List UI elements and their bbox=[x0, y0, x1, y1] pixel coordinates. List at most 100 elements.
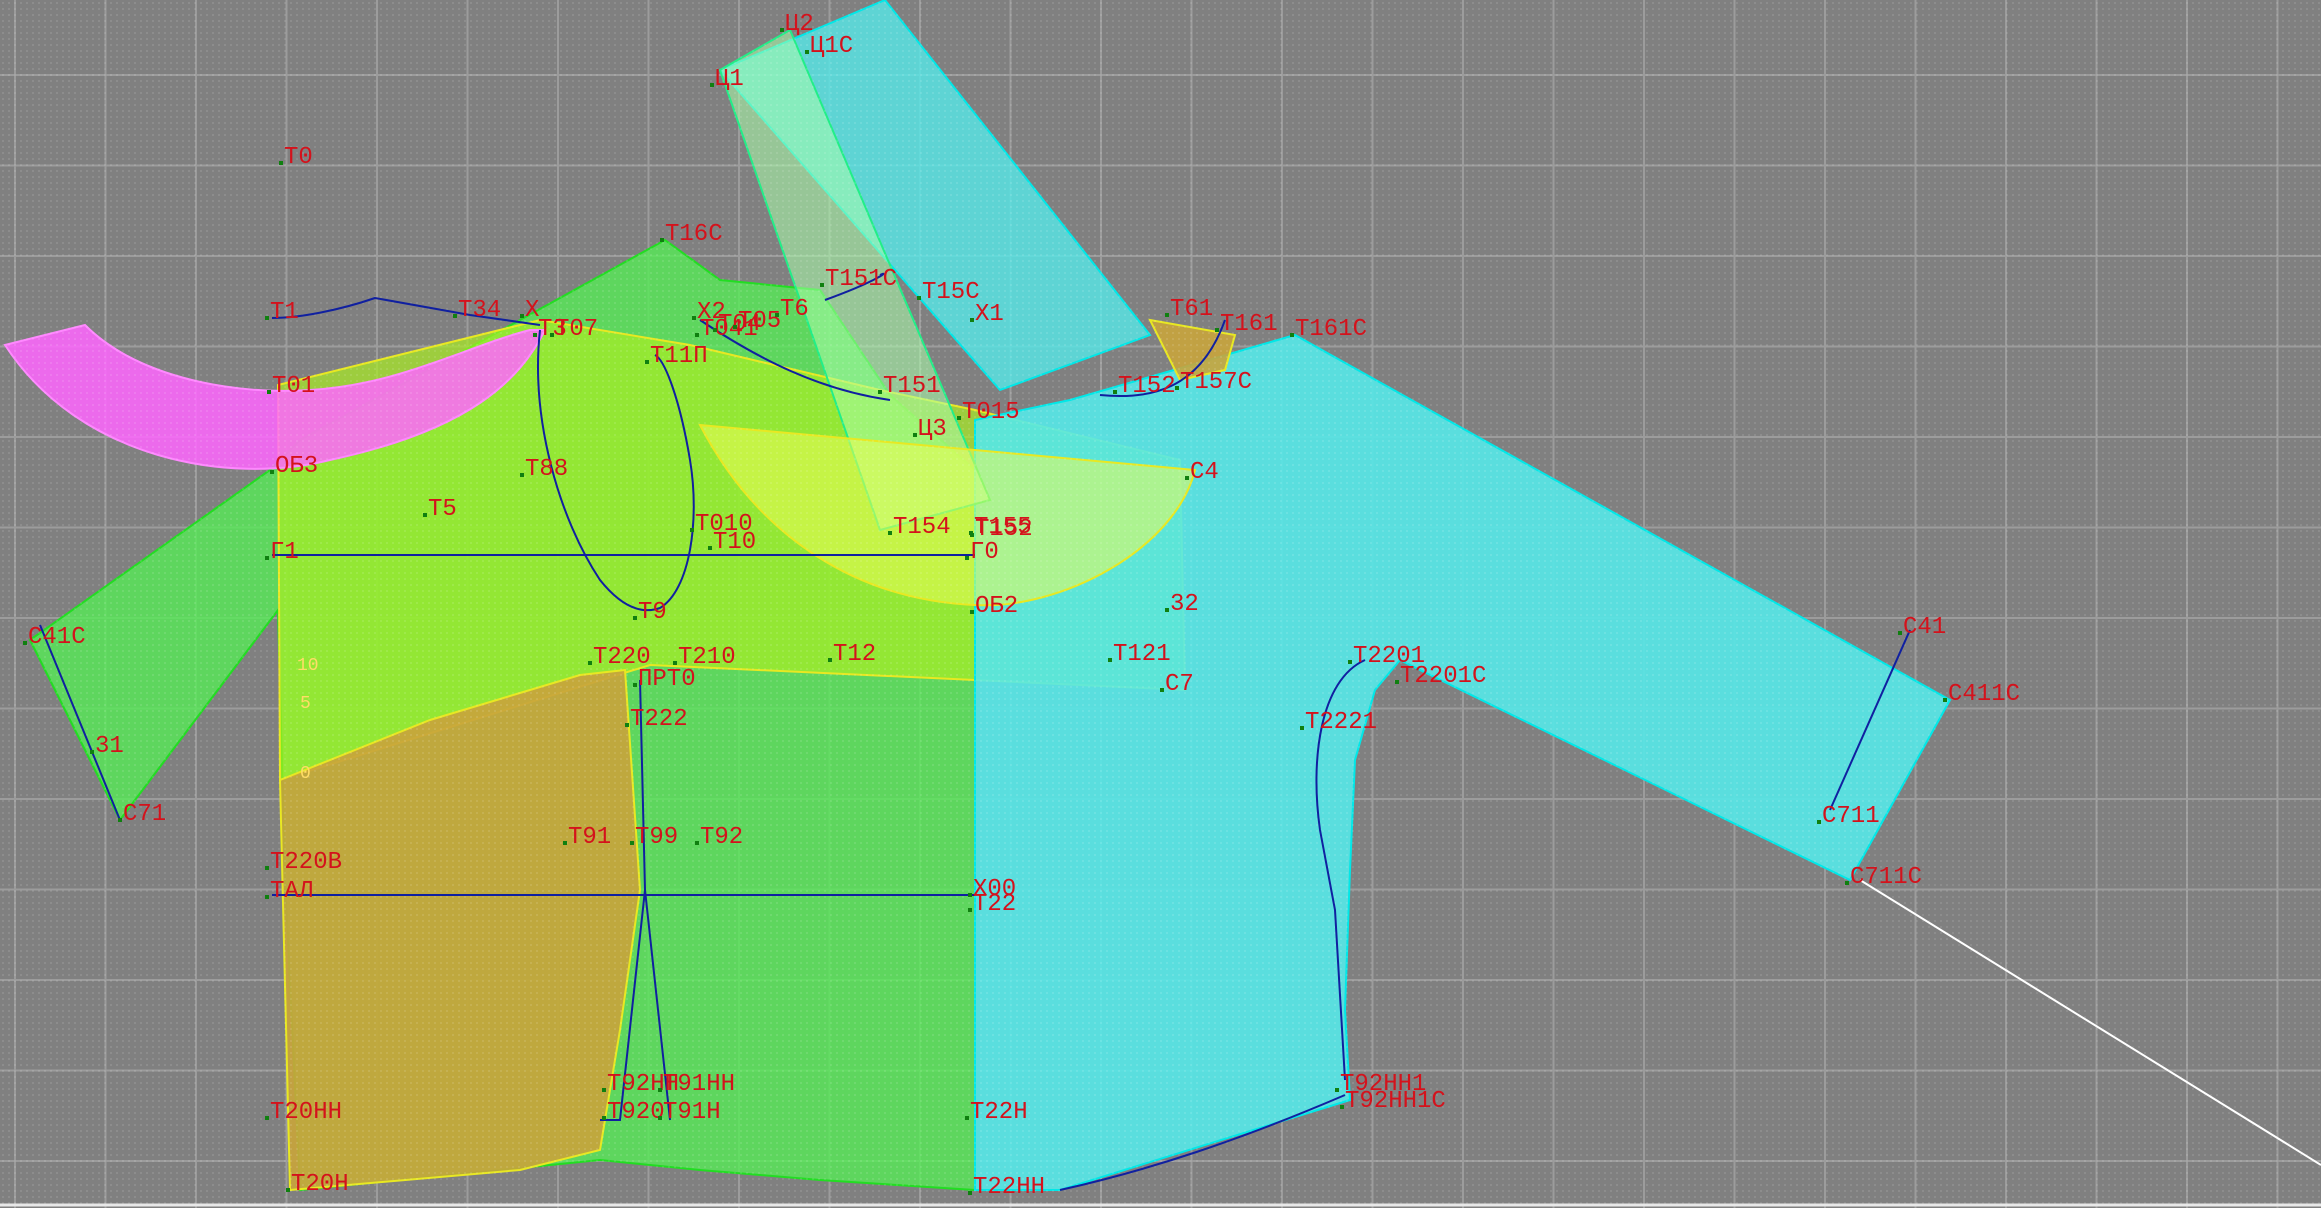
point-label[interactable]: С41С bbox=[28, 624, 86, 651]
point-label[interactable]: Т1 bbox=[270, 299, 299, 326]
pattern-point[interactable] bbox=[270, 470, 274, 474]
point-label[interactable]: Т20Н bbox=[291, 1171, 349, 1198]
point-label[interactable]: С4 bbox=[1190, 459, 1219, 486]
pattern-point[interactable] bbox=[695, 841, 699, 845]
pattern-point[interactable] bbox=[550, 333, 554, 337]
point-label[interactable]: Т151 bbox=[883, 373, 941, 400]
pattern-point[interactable] bbox=[265, 316, 269, 320]
pattern-point[interactable] bbox=[90, 750, 94, 754]
point-label[interactable]: Т99 bbox=[635, 824, 678, 851]
point-label[interactable]: Т92НН1С bbox=[1345, 1088, 1446, 1115]
pattern-point[interactable] bbox=[1165, 608, 1169, 612]
pattern-point[interactable] bbox=[775, 313, 779, 317]
point-label[interactable]: С7 bbox=[1165, 671, 1194, 698]
pattern-point[interactable] bbox=[713, 328, 717, 332]
point-label[interactable]: Т220В bbox=[270, 849, 342, 876]
point-label[interactable]: 32 bbox=[1170, 591, 1199, 618]
pattern-point[interactable] bbox=[1108, 658, 1112, 662]
point-label[interactable]: Т2201С bbox=[1400, 663, 1486, 690]
point-label[interactable]: Т161 bbox=[1220, 311, 1278, 338]
pattern-point[interactable] bbox=[658, 1116, 662, 1120]
pattern-point[interactable] bbox=[520, 473, 524, 477]
point-label[interactable]: Т61 bbox=[1170, 296, 1213, 323]
point-label[interactable]: Т22 bbox=[973, 891, 1016, 918]
point-label[interactable]: Т88 bbox=[525, 456, 568, 483]
pattern-point[interactable] bbox=[118, 818, 122, 822]
point-label[interactable]: ПРТ0 bbox=[638, 666, 696, 693]
point-label[interactable]: 31 bbox=[95, 733, 124, 760]
pattern-point[interactable] bbox=[965, 1116, 969, 1120]
pattern-point[interactable] bbox=[633, 683, 637, 687]
pattern-point[interactable] bbox=[1340, 1105, 1344, 1109]
pattern-point[interactable] bbox=[453, 314, 457, 318]
pattern-point[interactable] bbox=[780, 28, 784, 32]
pattern-point[interactable] bbox=[828, 658, 832, 662]
point-label[interactable]: Т2221 bbox=[1305, 709, 1377, 736]
pattern-point[interactable] bbox=[1898, 631, 1902, 635]
pattern-point[interactable] bbox=[1817, 820, 1821, 824]
point-label[interactable]: Т920 bbox=[607, 1099, 665, 1126]
pattern-point[interactable] bbox=[1185, 476, 1189, 480]
pattern-point[interactable] bbox=[265, 866, 269, 870]
pattern-point[interactable] bbox=[1845, 881, 1849, 885]
pattern-point[interactable] bbox=[913, 433, 917, 437]
pattern-point[interactable] bbox=[633, 616, 637, 620]
point-label[interactable]: Т154 bbox=[893, 514, 951, 541]
point-label[interactable]: Т121 bbox=[1113, 641, 1171, 668]
pattern-point[interactable] bbox=[1943, 698, 1947, 702]
point-label[interactable]: С411С bbox=[1948, 681, 2020, 708]
pattern-point[interactable] bbox=[625, 723, 629, 727]
pattern-point[interactable] bbox=[279, 161, 283, 165]
point-label[interactable]: Т0 bbox=[284, 144, 313, 171]
pattern-point[interactable] bbox=[970, 533, 974, 537]
pattern-point[interactable] bbox=[658, 1088, 662, 1092]
point-label[interactable]: Т91Н bbox=[663, 1099, 721, 1126]
point-label[interactable]: Т16С bbox=[665, 221, 723, 248]
point-label[interactable]: Г1 bbox=[270, 539, 299, 566]
point-label[interactable]: Ц1 bbox=[715, 66, 744, 93]
point-label[interactable]: Х1 bbox=[975, 301, 1004, 328]
pattern-point[interactable] bbox=[968, 893, 972, 897]
pattern-point[interactable] bbox=[1300, 726, 1304, 730]
pattern-point[interactable] bbox=[805, 50, 809, 54]
point-label[interactable]: ТАЛ bbox=[270, 878, 313, 905]
pattern-point[interactable] bbox=[1165, 313, 1169, 317]
point-label[interactable]: ОБ3 bbox=[275, 453, 318, 480]
point-label[interactable]: Т22Н bbox=[970, 1099, 1028, 1126]
point-label[interactable]: С71 bbox=[123, 801, 166, 828]
pattern-point[interactable] bbox=[645, 360, 649, 364]
point-label[interactable]: С41 bbox=[1903, 614, 1946, 641]
pattern-point[interactable] bbox=[970, 318, 974, 322]
pattern-point[interactable] bbox=[563, 841, 567, 845]
point-label[interactable]: Т9 bbox=[638, 599, 667, 626]
point-label[interactable]: Т151С bbox=[825, 266, 897, 293]
point-label[interactable]: Т11П bbox=[650, 343, 708, 370]
point-label[interactable]: Т222 bbox=[630, 706, 688, 733]
pattern-point[interactable] bbox=[520, 314, 524, 318]
point-label[interactable]: Т6 bbox=[780, 296, 809, 323]
pattern-point[interactable] bbox=[888, 531, 892, 535]
pattern-point[interactable] bbox=[423, 513, 427, 517]
pattern-point[interactable] bbox=[23, 641, 27, 645]
pattern-point[interactable] bbox=[265, 556, 269, 560]
point-label[interactable]: Т12 bbox=[833, 641, 876, 668]
pattern-point[interactable] bbox=[692, 316, 696, 320]
pattern-point[interactable] bbox=[602, 1116, 606, 1120]
pattern-point[interactable] bbox=[1348, 660, 1352, 664]
point-label[interactable]: Т22НН bbox=[973, 1174, 1045, 1201]
point-label[interactable]: Ц3 bbox=[918, 416, 947, 443]
pattern-canvas[interactable]: 10 5 0 Ц2Ц1СЦ1Т0Т16СТ151С Т15СТ6 Х1 Т61Т161… bbox=[0, 0, 2321, 1208]
pattern-point[interactable] bbox=[708, 546, 712, 550]
pattern-point[interactable] bbox=[695, 333, 699, 337]
point-label[interactable]: Т161С bbox=[1295, 316, 1367, 343]
point-label[interactable]: С711 bbox=[1822, 803, 1880, 830]
point-label[interactable]: Т91НН bbox=[663, 1071, 735, 1098]
pattern-point[interactable] bbox=[968, 1191, 972, 1195]
point-label[interactable]: Т15С bbox=[922, 279, 980, 306]
pattern-point[interactable] bbox=[820, 283, 824, 287]
pattern-point[interactable] bbox=[267, 390, 271, 394]
point-label[interactable]: Т10 bbox=[713, 529, 756, 556]
point-label[interactable]: ОБ2 bbox=[975, 593, 1018, 620]
pattern-point[interactable] bbox=[970, 610, 974, 614]
point-label[interactable]: Т05 bbox=[738, 308, 781, 335]
